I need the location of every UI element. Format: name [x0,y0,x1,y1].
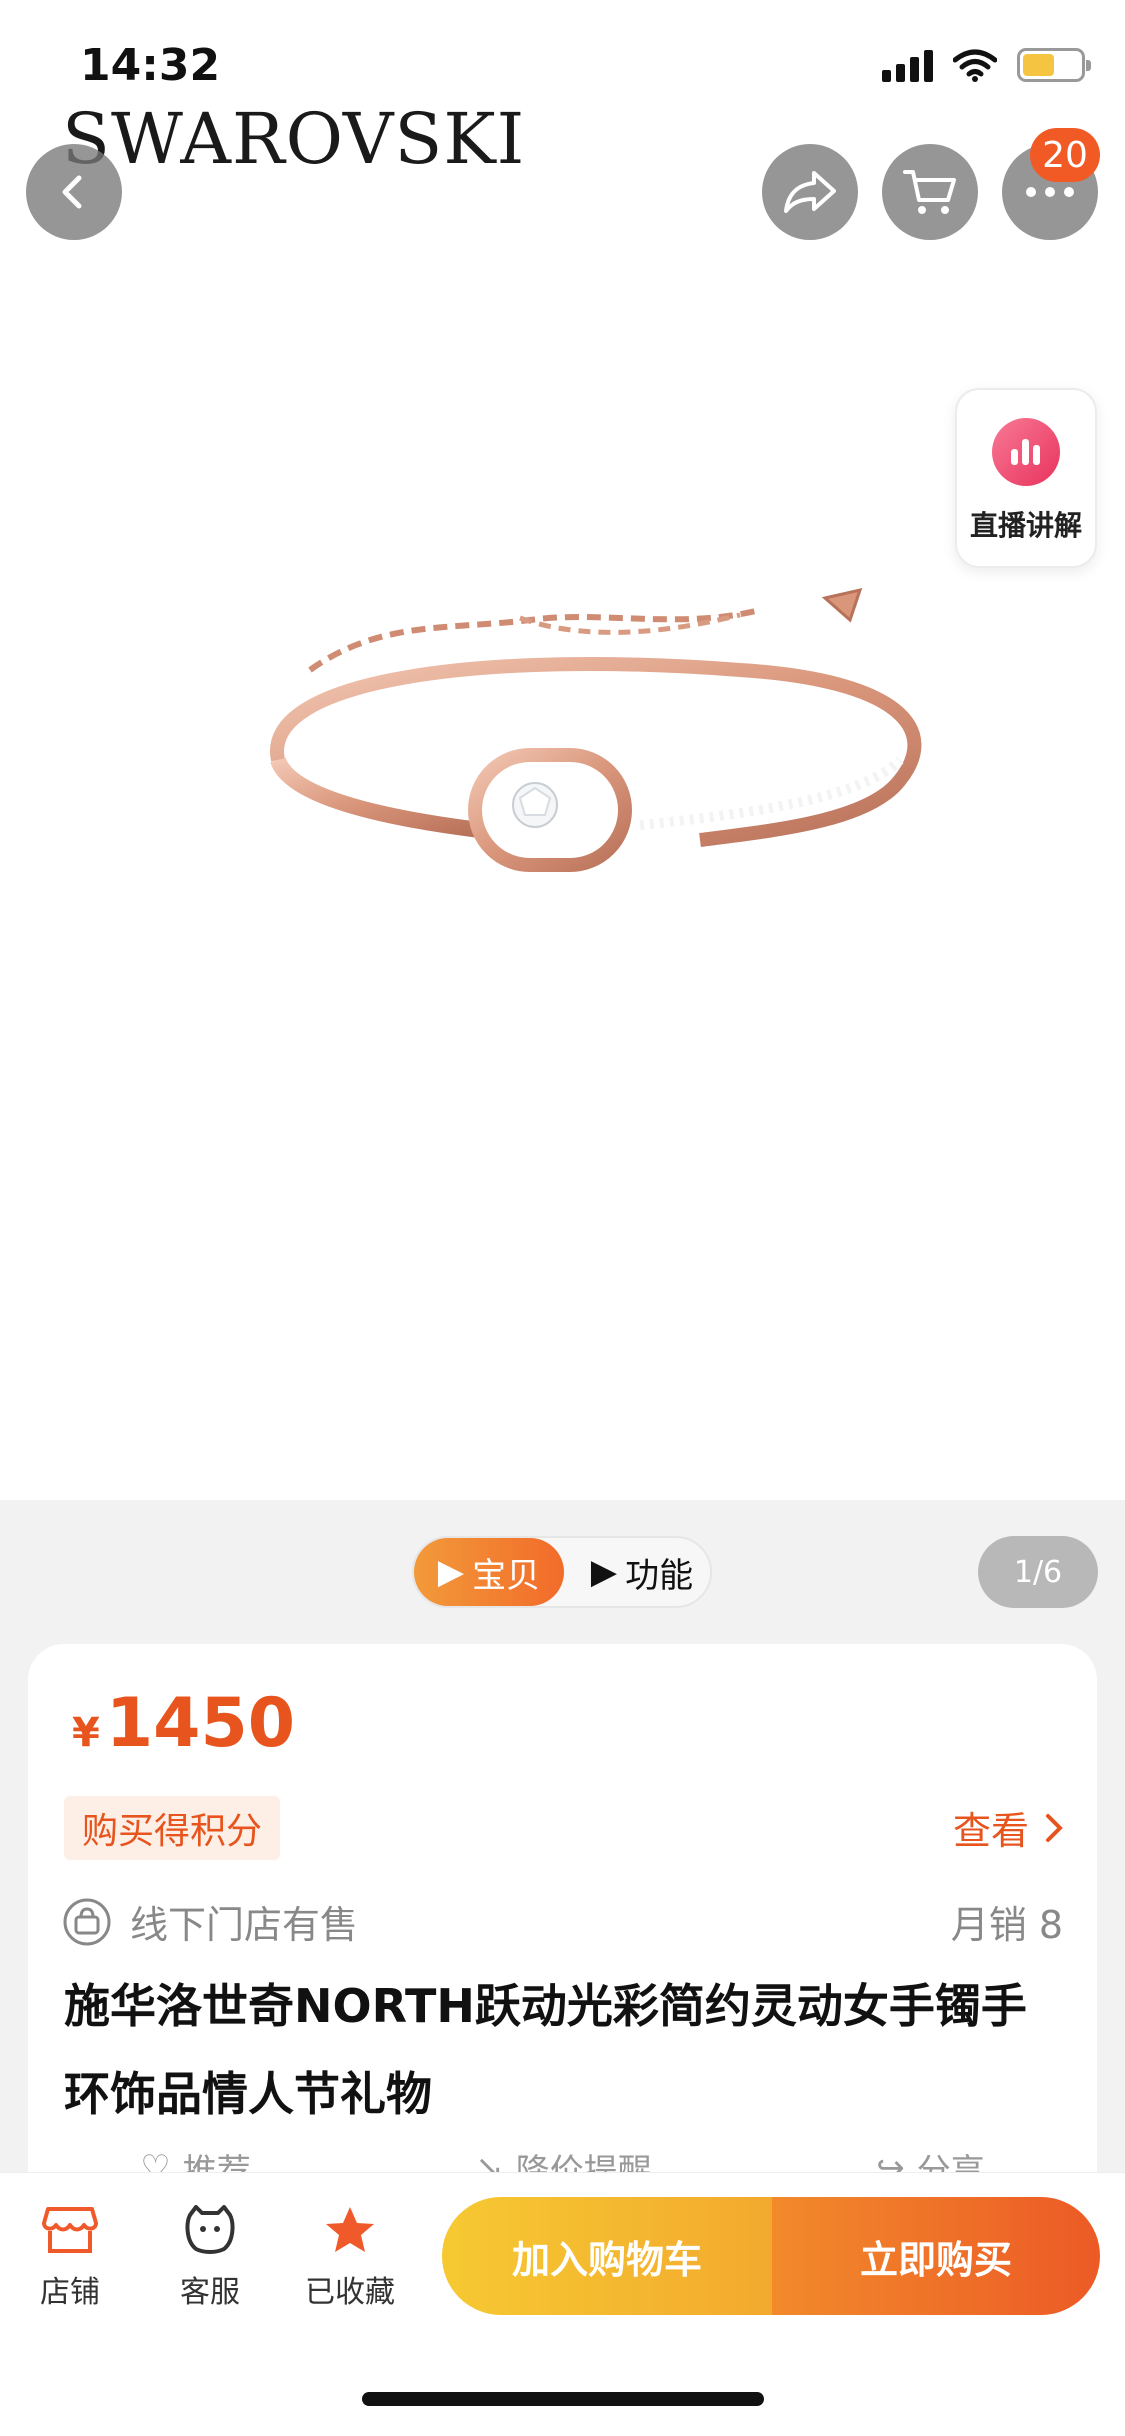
image-counter: 1/6 [978,1536,1098,1608]
play-icon: ▶ [437,1552,465,1592]
nav-store[interactable]: 店铺 [10,2205,130,2311]
cart-button[interactable] [882,144,978,240]
price: ¥ 1450 [72,1684,295,1763]
gallery-tabs: ▶ 宝贝 ▶ 功能 [412,1536,712,1608]
brand-logo: SWAROVSKI [62,98,526,180]
chevron-left-icon [62,175,82,209]
tab-baobei-label: 宝贝 [472,1555,541,1596]
view-points-link[interactable]: 查看 [953,1800,1063,1855]
points-tag: 购买得积分 [64,1796,281,1860]
back-button[interactable] [26,144,122,240]
product-title: 施华洛世奇NORTH跃动光彩简约灵动女手镯手环饰品情人节礼物 [64,1979,1027,2121]
product-image[interactable] [180,560,950,940]
live-chart-icon [992,418,1060,486]
share-button[interactable] [762,144,858,240]
offline-label: 线下门店有售 [130,1903,359,1947]
nav-store-label: 店铺 [40,2275,100,2310]
store-bag-icon [63,1898,111,1945]
star-icon [326,2207,374,2252]
nav-favorited-label: 已收藏 [305,2275,395,2310]
live-label: 直播讲解 [969,509,1082,542]
chevron-right-icon [1046,1813,1063,1842]
share-icon [784,171,836,213]
nav-service-label: 客服 [180,2275,240,2310]
battery-icon [1017,48,1091,82]
play-icon: ▶ [590,1552,618,1592]
tab-gongneng[interactable]: ▶ 功能 [572,1538,712,1606]
product-info-card: ¥ 1450 购买得积分 查看 线下门店有售 月销 8 施华洛世奇NORTH跃动… [28,1644,1097,2204]
view-link-label: 查看 [952,1809,1029,1853]
nav-favorited[interactable]: 已收藏 [290,2205,410,2311]
product-detail-page: 14:32 SWAROVSKI 20 直播讲解 ▶ 宝贝 ▶ 功能 1/6 ¥ … [0,0,1125,2436]
monthly-sales: 月销 8 [950,1903,1063,1947]
cart-icon [903,170,956,214]
price-value: 1450 [105,1684,296,1763]
signal-icon [882,48,933,82]
wifi-icon [953,49,997,82]
currency-symbol: ¥ [72,1710,100,1756]
status-time: 14:32 [80,40,221,91]
status-icons [882,48,1091,82]
tab-baobei[interactable]: ▶ 宝贝 [414,1538,564,1606]
home-indicator [362,2392,764,2406]
cart-badge: 20 [1030,128,1100,182]
nav-service[interactable]: 客服 [150,2205,270,2311]
live-explanation-button[interactable]: 直播讲解 [955,388,1097,568]
more-icon [1026,187,1074,197]
tab-gongneng-label: 功能 [625,1555,694,1596]
offline-store-info[interactable]: 线下门店有售 [62,1894,358,1949]
buy-now-button[interactable]: 立即购买 [772,2197,1100,2315]
customer-service-icon [185,2205,235,2254]
store-icon [42,2207,98,2253]
add-to-cart-button[interactable]: 加入购物车 [442,2197,772,2315]
